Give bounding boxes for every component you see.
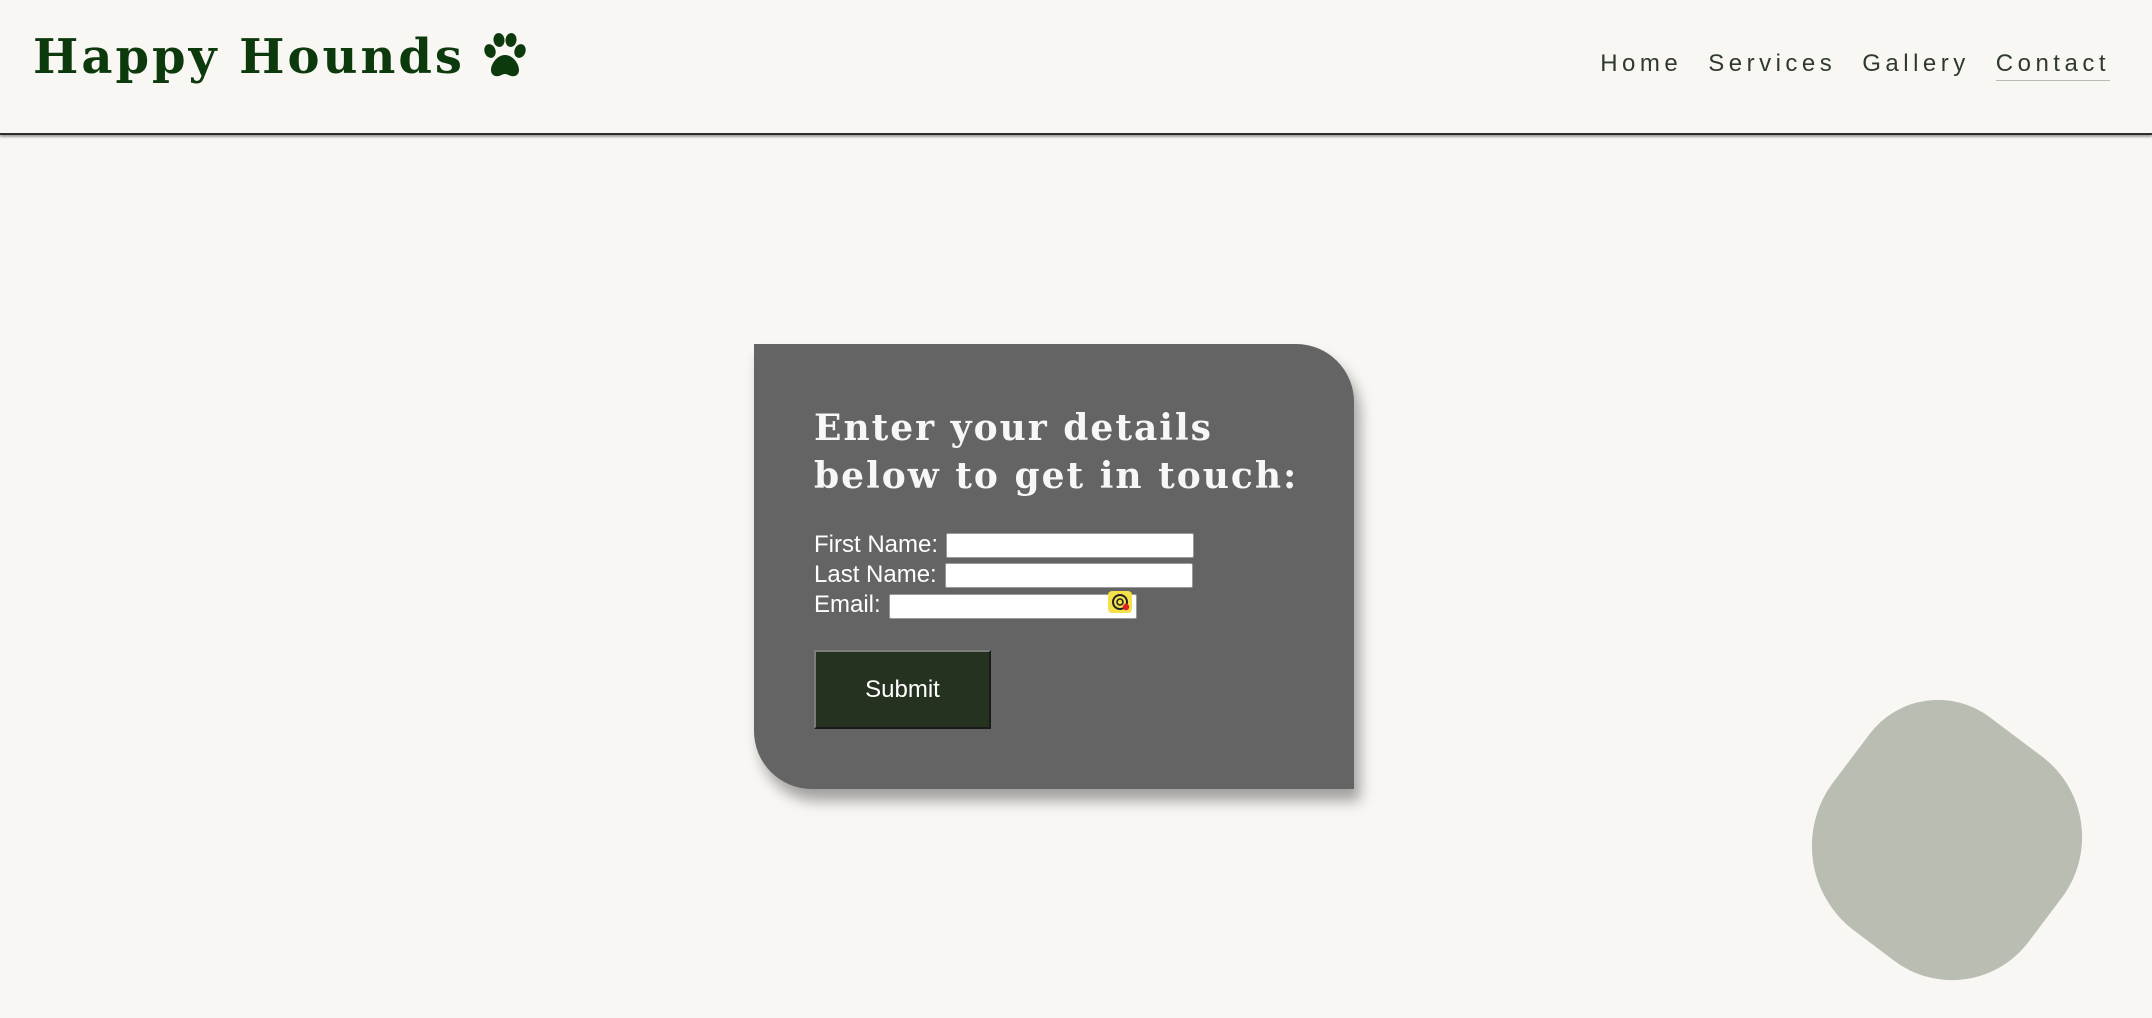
contact-card: Enter your details below to get in touch… — [754, 344, 1354, 789]
submit-button[interactable]: Submit — [814, 650, 991, 729]
site-header: Happy Hounds Home Services Gallery Conta… — [0, 0, 2152, 135]
logo[interactable]: Happy Hounds — [33, 22, 531, 92]
last-name-input[interactable] — [944, 562, 1193, 588]
email-input[interactable] — [888, 594, 1137, 619]
email-row: Email: — [814, 590, 1137, 620]
autofill-icon[interactable] — [1107, 591, 1132, 613]
first-name-label: First Name: — [814, 531, 939, 558]
first-name-input[interactable] — [946, 532, 1195, 558]
form-title: Enter your details below to get in touch… — [814, 407, 1299, 497]
nav-home[interactable]: Home — [1600, 50, 1682, 81]
email-label: Email: — [814, 591, 881, 618]
first-name-row: First Name: — [814, 530, 1195, 560]
main-nav: Home Services Gallery Contact — [1574, 50, 2110, 81]
nav-contact[interactable]: Contact — [1995, 50, 2110, 81]
nav-services[interactable]: Services — [1708, 50, 1836, 81]
decorative-blob — [1769, 665, 2123, 1018]
brand-name: Happy Hounds — [33, 29, 465, 85]
paw-icon — [484, 33, 526, 77]
nav-gallery[interactable]: Gallery — [1862, 50, 1970, 81]
email-field-wrap — [888, 590, 1137, 620]
last-name-label: Last Name: — [814, 561, 937, 588]
last-name-row: Last Name: — [814, 560, 1193, 590]
